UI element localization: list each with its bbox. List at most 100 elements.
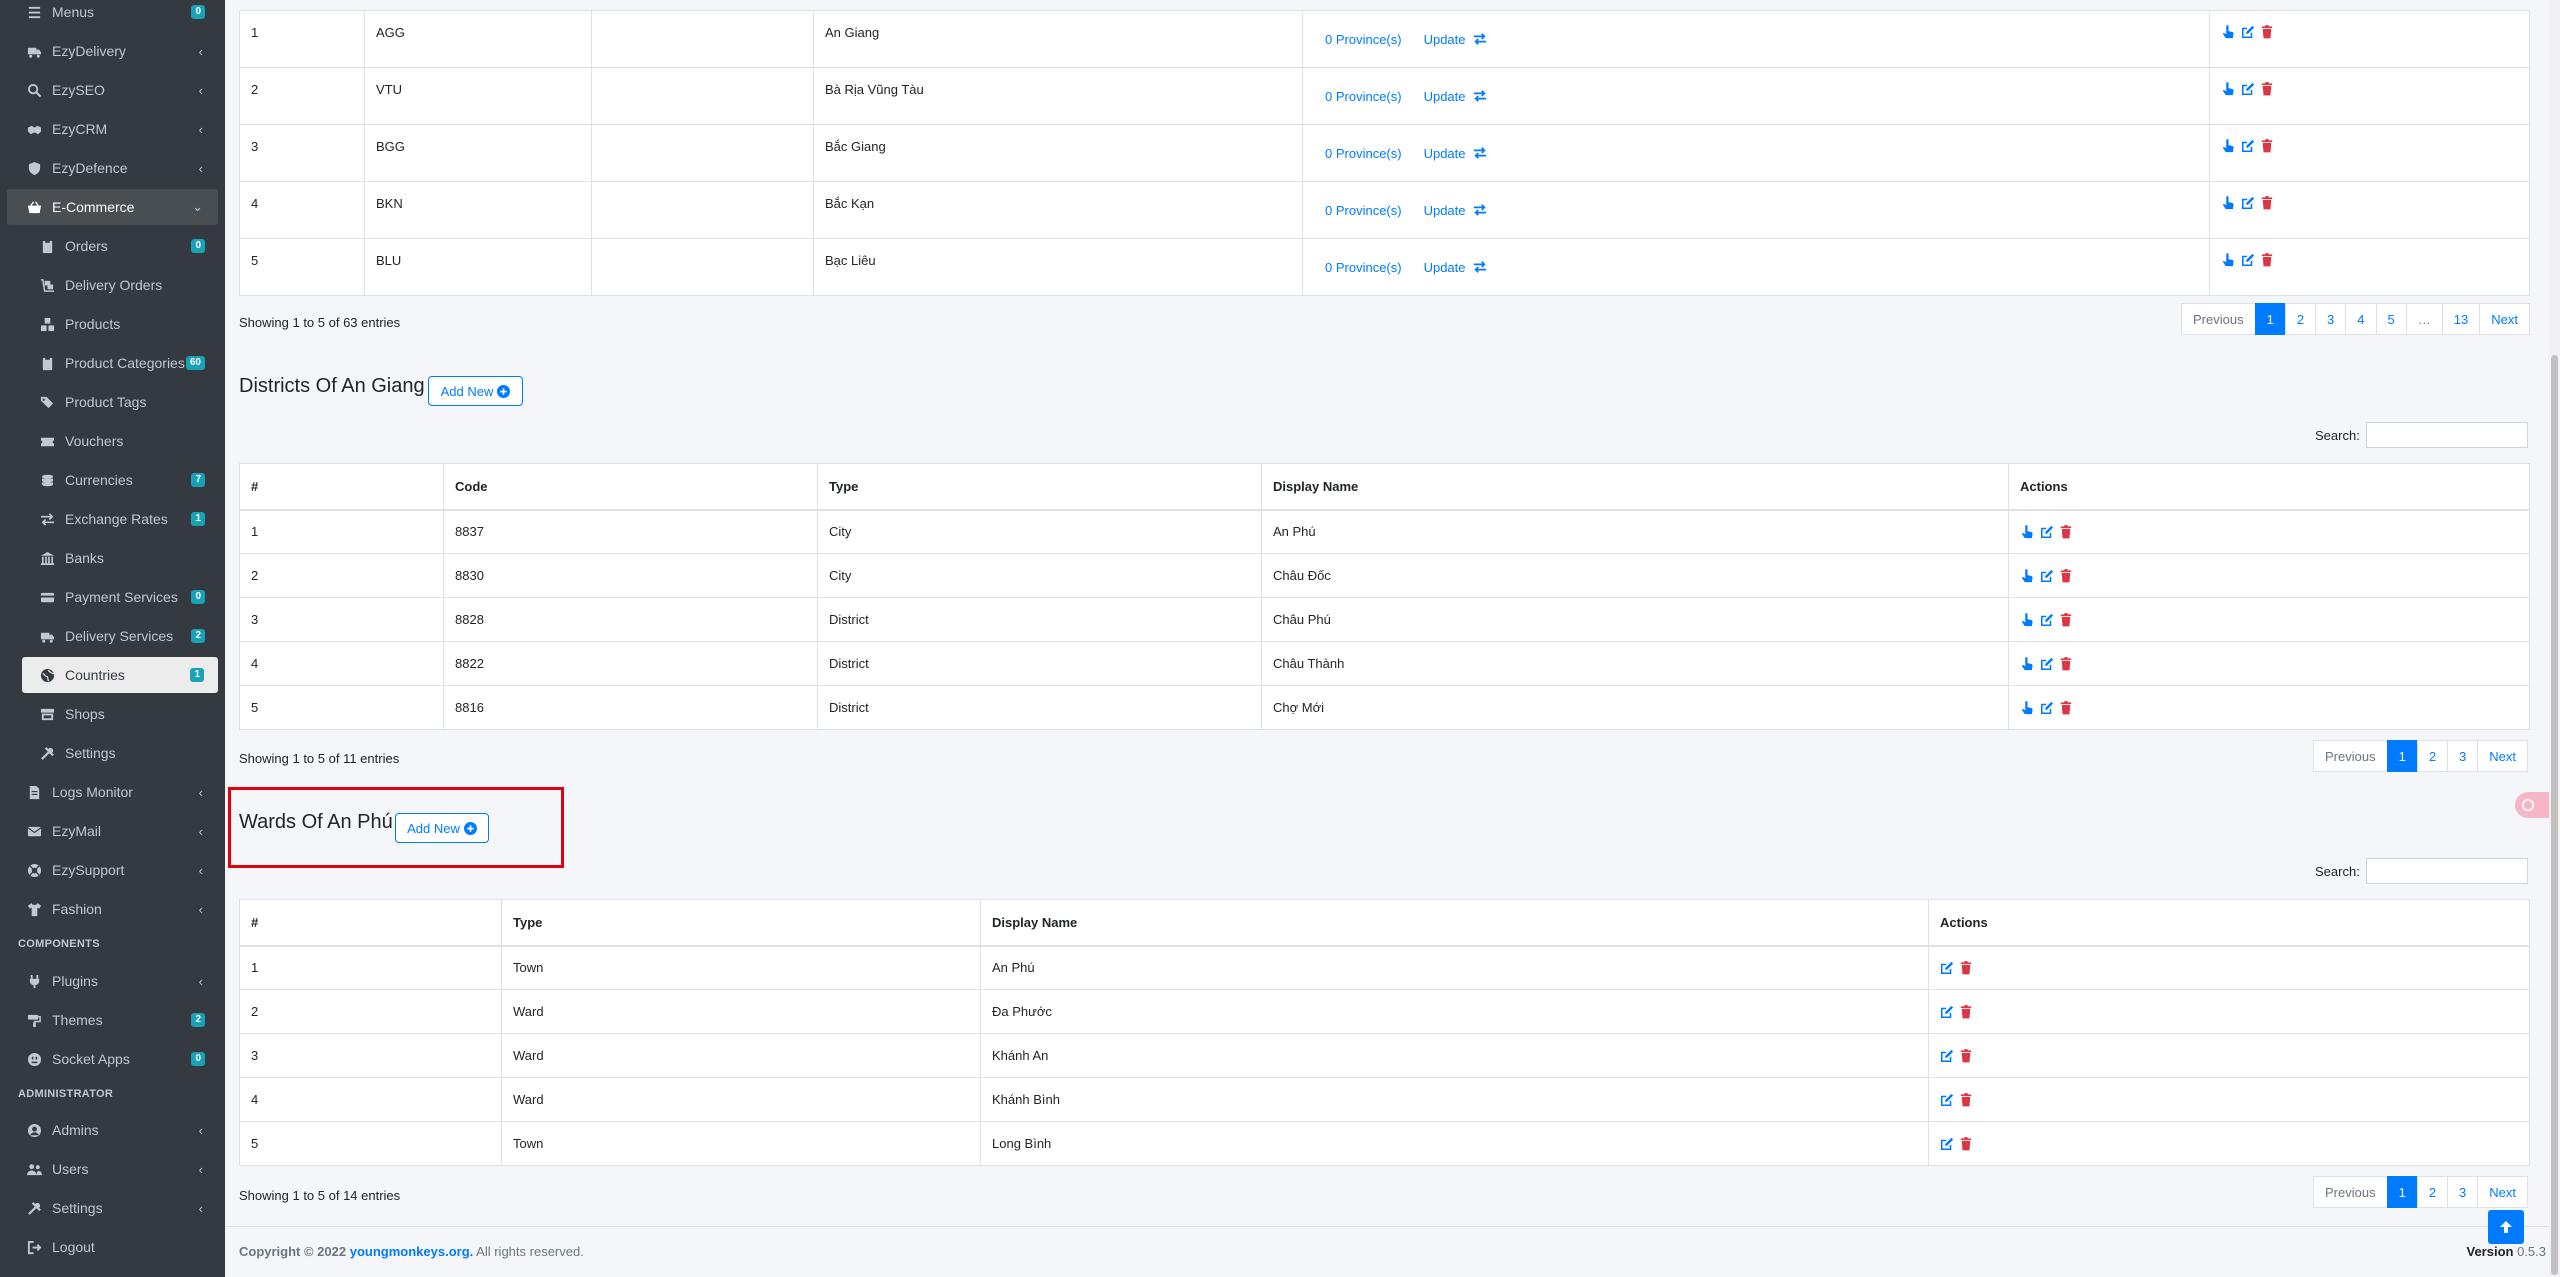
column-header-display-name[interactable]: Display Name bbox=[980, 899, 1929, 947]
column-header-num[interactable]: # bbox=[239, 463, 444, 511]
sidebar-item-product-categories[interactable]: Product Categories 60 bbox=[0, 345, 225, 381]
sidebar-item-product-tags[interactable]: Product Tags bbox=[0, 384, 225, 420]
page-previous-button[interactable]: Previous bbox=[2313, 1176, 2388, 1208]
trash-icon[interactable] bbox=[1960, 960, 1972, 975]
edit-icon[interactable] bbox=[2040, 613, 2054, 627]
exchange-icon[interactable] bbox=[1472, 89, 1488, 103]
edit-icon[interactable] bbox=[2040, 701, 2054, 715]
page-next-button[interactable]: Next bbox=[2479, 303, 2530, 335]
update-link[interactable]: Update bbox=[1424, 146, 1488, 161]
column-header-actions[interactable]: Actions bbox=[1928, 899, 2530, 947]
wards-search-input[interactable] bbox=[2366, 858, 2528, 884]
page-button-3[interactable]: 3 bbox=[2447, 1176, 2479, 1208]
sidebar-item-logs-monitor[interactable]: Logs Monitor ‹ bbox=[0, 774, 225, 810]
scroll-top-button[interactable] bbox=[2488, 1210, 2524, 1244]
provinces-link[interactable]: 0 Province(s) bbox=[1325, 89, 1402, 104]
page-button-4[interactable]: 4 bbox=[2345, 303, 2377, 335]
provinces-link[interactable]: 0 Province(s) bbox=[1325, 203, 1402, 218]
exchange-icon[interactable] bbox=[1472, 203, 1488, 217]
exchange-icon[interactable] bbox=[1472, 260, 1488, 274]
trash-icon[interactable] bbox=[2060, 612, 2072, 627]
edit-icon[interactable] bbox=[2241, 139, 2255, 153]
sidebar-item-socket-apps[interactable]: Socket Apps 0 bbox=[0, 1041, 225, 1077]
provinces-link[interactable]: 0 Province(s) bbox=[1325, 260, 1402, 275]
sidebar-item-users[interactable]: Users ‹ bbox=[0, 1151, 225, 1187]
sidebar-item-plugins[interactable]: Plugins ‹ bbox=[0, 963, 225, 999]
update-link[interactable]: Update bbox=[1424, 89, 1488, 104]
trash-icon[interactable] bbox=[2261, 196, 2273, 210]
districts-search-input[interactable] bbox=[2366, 422, 2528, 448]
sidebar-item-ezymail[interactable]: EzyMail ‹ bbox=[0, 813, 225, 849]
edit-icon[interactable] bbox=[2241, 82, 2255, 96]
hand-pointer-icon[interactable] bbox=[2221, 25, 2235, 39]
sidebar-item-shop-settings[interactable]: Settings bbox=[0, 735, 225, 771]
sidebar-item-payment-services[interactable]: Payment Services 0 bbox=[0, 579, 225, 615]
provinces-link[interactable]: 0 Province(s) bbox=[1325, 146, 1402, 161]
sidebar-item-admins[interactable]: Admins ‹ bbox=[0, 1112, 225, 1148]
edit-icon[interactable] bbox=[2040, 569, 2054, 583]
hand-pointer-icon[interactable] bbox=[2020, 612, 2034, 627]
sidebar-item-ezysupport[interactable]: EzySupport ‹ bbox=[0, 852, 225, 888]
trash-icon[interactable] bbox=[2261, 82, 2273, 96]
sidebar-item-countries[interactable]: Countries 1 bbox=[22, 657, 218, 693]
hand-pointer-icon[interactable] bbox=[2221, 196, 2235, 210]
edit-icon[interactable] bbox=[2241, 25, 2255, 39]
hand-pointer-icon[interactable] bbox=[2020, 568, 2034, 583]
sidebar-item-ezyseo[interactable]: EzySEO ‹ bbox=[0, 72, 225, 108]
trash-icon[interactable] bbox=[2060, 656, 2072, 671]
page-button-5[interactable]: 5 bbox=[2375, 303, 2407, 335]
scrollbar-thumb[interactable] bbox=[2551, 355, 2558, 1275]
edit-icon[interactable] bbox=[1940, 1049, 1954, 1063]
trash-icon[interactable] bbox=[1960, 1048, 1972, 1063]
trash-icon[interactable] bbox=[2060, 524, 2072, 539]
sidebar-item-exchange-rates[interactable]: Exchange Rates 1 bbox=[0, 501, 225, 537]
sidebar-item-delivery-services[interactable]: Delivery Services 2 bbox=[0, 618, 225, 654]
page-button-13[interactable]: 13 bbox=[2441, 303, 2481, 335]
page-button-2[interactable]: 2 bbox=[2284, 303, 2317, 335]
hand-pointer-icon[interactable] bbox=[2221, 139, 2235, 153]
sidebar-item-themes[interactable]: Themes 2 bbox=[0, 1002, 225, 1038]
sidebar-item-menus[interactable]: Menus 0 bbox=[0, 0, 225, 30]
footer-link[interactable]: youngmonkeys.org. bbox=[350, 1244, 474, 1259]
edit-icon[interactable] bbox=[2241, 253, 2255, 267]
update-link[interactable]: Update bbox=[1424, 260, 1488, 275]
sidebar-item-vouchers[interactable]: Vouchers bbox=[0, 423, 225, 459]
trash-icon[interactable] bbox=[1960, 1136, 1972, 1151]
column-header-type[interactable]: Type bbox=[817, 463, 1262, 511]
edit-icon[interactable] bbox=[1940, 1005, 1954, 1019]
page-button-3[interactable]: 3 bbox=[2315, 303, 2347, 335]
edit-icon[interactable] bbox=[1940, 961, 1954, 975]
sidebar-item-ezycrm[interactable]: EzyCRM ‹ bbox=[0, 111, 225, 147]
update-link[interactable]: Update bbox=[1424, 203, 1488, 218]
trash-icon[interactable] bbox=[1960, 1092, 1972, 1107]
hand-pointer-icon[interactable] bbox=[2221, 253, 2235, 267]
hand-pointer-icon[interactable] bbox=[2020, 656, 2034, 671]
trash-icon[interactable] bbox=[2060, 700, 2072, 715]
hand-pointer-icon[interactable] bbox=[2020, 700, 2034, 715]
column-header-num[interactable]: # bbox=[239, 899, 502, 947]
districts-add-new-button[interactable]: Add New bbox=[428, 376, 523, 406]
hand-pointer-icon[interactable] bbox=[2221, 82, 2235, 96]
sidebar-item-currencies[interactable]: Currencies 7 bbox=[0, 462, 225, 498]
trash-icon[interactable] bbox=[1960, 1004, 1972, 1019]
trash-icon[interactable] bbox=[2261, 25, 2273, 39]
sidebar-item-fashion[interactable]: Fashion ‹ bbox=[0, 891, 225, 927]
edit-icon[interactable] bbox=[2241, 196, 2255, 210]
trash-icon[interactable] bbox=[2261, 253, 2273, 267]
page-previous-button[interactable]: Previous bbox=[2313, 740, 2388, 772]
page-button-2[interactable]: 2 bbox=[2416, 740, 2449, 772]
sidebar-item-banks[interactable]: Banks bbox=[0, 540, 225, 576]
column-header-actions[interactable]: Actions bbox=[2008, 463, 2530, 511]
page-button-1[interactable]: 1 bbox=[2386, 740, 2418, 772]
exchange-icon[interactable] bbox=[1472, 32, 1488, 46]
column-header-code[interactable]: Code bbox=[443, 463, 818, 511]
sidebar-item-settings[interactable]: Settings ‹ bbox=[0, 1190, 225, 1226]
page-button-3[interactable]: 3 bbox=[2447, 740, 2479, 772]
sidebar-item-orders[interactable]: Orders 0 bbox=[0, 228, 225, 264]
column-header-type[interactable]: Type bbox=[501, 899, 981, 947]
exchange-icon[interactable] bbox=[1472, 146, 1488, 160]
trash-icon[interactable] bbox=[2261, 139, 2273, 153]
sidebar-item-delivery-orders[interactable]: Delivery Orders bbox=[0, 267, 225, 303]
edit-icon[interactable] bbox=[1940, 1093, 1954, 1107]
sidebar-item-logout[interactable]: Logout bbox=[0, 1229, 225, 1265]
